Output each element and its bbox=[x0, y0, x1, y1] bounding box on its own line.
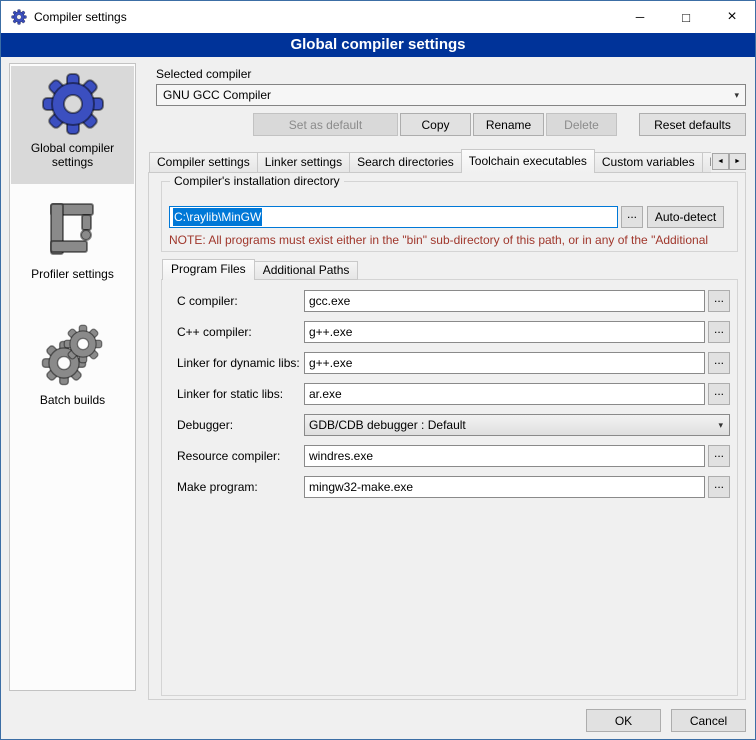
sidebar-item-label: Global compiler settings bbox=[11, 141, 134, 169]
subtab-additional-paths[interactable]: Additional Paths bbox=[254, 261, 359, 280]
subtab-program-files[interactable]: Program Files bbox=[162, 259, 255, 280]
input-value: g++.exe bbox=[309, 356, 352, 370]
auto-detect-button[interactable]: Auto-detect bbox=[647, 206, 724, 228]
tab-search-directories[interactable]: Search directories bbox=[349, 152, 462, 173]
tab-toolchain-executables[interactable]: Toolchain executables bbox=[461, 149, 595, 173]
field-label: C++ compiler: bbox=[177, 321, 303, 343]
chevron-down-icon: ▾ bbox=[718, 415, 723, 435]
selected-path-text: C:\raylib\MinGW bbox=[173, 208, 262, 226]
set-as-default-button[interactable]: Set as default bbox=[253, 113, 398, 136]
minimize-button[interactable]: ─ bbox=[617, 1, 663, 33]
input-value: ar.exe bbox=[309, 387, 342, 401]
input-value: windres.exe bbox=[309, 449, 373, 463]
batch-builds-gears-icon bbox=[41, 324, 105, 388]
field-label: Linker for dynamic libs: bbox=[177, 352, 303, 374]
category-sidebar: Global compiler settings Profiler settin… bbox=[9, 63, 136, 691]
static-linker-input[interactable]: ar.exe bbox=[304, 383, 705, 405]
groupbox-title: Compiler's installation directory bbox=[170, 174, 344, 188]
field-label: C compiler: bbox=[177, 290, 303, 312]
resource-compiler-input[interactable]: windres.exe bbox=[304, 445, 705, 467]
page-title: Global compiler settings bbox=[1, 33, 755, 57]
field-label: Make program: bbox=[177, 476, 303, 498]
chevron-down-icon: ▾ bbox=[734, 85, 739, 105]
tab-linker-settings[interactable]: Linker settings bbox=[257, 152, 350, 173]
make-program-browse-button[interactable]: ... bbox=[708, 476, 730, 498]
c-compiler-browse-button[interactable]: ... bbox=[708, 290, 730, 312]
maximize-button[interactable]: □ bbox=[663, 1, 709, 33]
field-label: Debugger: bbox=[177, 414, 303, 436]
sidebar-item-label: Profiler settings bbox=[11, 267, 134, 281]
reset-defaults-button[interactable]: Reset defaults bbox=[639, 113, 746, 136]
delete-button[interactable]: Delete bbox=[546, 113, 617, 136]
tab-scroll-right-button[interactable]: ► bbox=[729, 153, 746, 170]
window-title: Compiler settings bbox=[34, 1, 127, 33]
tab-scroll-left-button[interactable]: ◄ bbox=[712, 153, 729, 170]
selected-compiler-label: Selected compiler bbox=[156, 67, 251, 81]
sidebar-item-global-compiler-settings[interactable]: Global compiler settings bbox=[11, 66, 134, 184]
dynamic-linker-browse-button[interactable]: ... bbox=[708, 352, 730, 374]
settings-tab-bar: Compiler settings Linker settings Search… bbox=[149, 149, 711, 173]
cancel-button[interactable]: Cancel bbox=[671, 709, 746, 732]
tab-custom-variables[interactable]: Custom variables bbox=[594, 152, 703, 173]
tab-build-options[interactable]: Builc bbox=[702, 152, 711, 173]
title-bar: Compiler settings ─ □ × bbox=[1, 1, 755, 33]
sidebar-item-label: Batch builds bbox=[11, 393, 134, 407]
browse-directory-button[interactable]: ... bbox=[621, 206, 643, 228]
dynamic-linker-input[interactable]: g++.exe bbox=[304, 352, 705, 374]
gear-icon bbox=[41, 72, 105, 136]
tab-compiler-settings[interactable]: Compiler settings bbox=[149, 152, 258, 173]
rename-button[interactable]: Rename bbox=[473, 113, 544, 136]
compiler-combobox[interactable]: GNU GCC Compiler ▾ bbox=[156, 84, 746, 106]
ok-button[interactable]: OK bbox=[586, 709, 661, 732]
compiler-settings-window: Compiler settings ─ □ × Global compiler … bbox=[0, 0, 756, 740]
profiler-tool-icon bbox=[41, 198, 105, 262]
installation-directory-input[interactable]: C:\raylib\MinGW bbox=[169, 206, 618, 228]
select-value: GDB/CDB debugger : Default bbox=[309, 418, 466, 432]
input-value: mingw32-make.exe bbox=[309, 480, 413, 494]
cpp-compiler-browse-button[interactable]: ... bbox=[708, 321, 730, 343]
app-gear-icon bbox=[11, 9, 27, 25]
make-program-input[interactable]: mingw32-make.exe bbox=[304, 476, 705, 498]
copy-button[interactable]: Copy bbox=[400, 113, 471, 136]
combobox-value: GNU GCC Compiler bbox=[163, 88, 271, 102]
close-button[interactable]: × bbox=[709, 1, 755, 33]
static-linker-browse-button[interactable]: ... bbox=[708, 383, 730, 405]
input-value: g++.exe bbox=[309, 325, 352, 339]
field-label: Linker for static libs: bbox=[177, 383, 303, 405]
cpp-compiler-input[interactable]: g++.exe bbox=[304, 321, 705, 343]
sidebar-item-profiler-settings[interactable]: Profiler settings bbox=[11, 192, 134, 290]
note-text: NOTE: All programs must exist either in … bbox=[169, 233, 734, 247]
field-label: Resource compiler: bbox=[177, 445, 303, 467]
program-files-tab-bar: Program Files Additional Paths bbox=[162, 259, 562, 280]
resource-compiler-browse-button[interactable]: ... bbox=[708, 445, 730, 467]
c-compiler-input[interactable]: gcc.exe bbox=[304, 290, 705, 312]
debugger-select[interactable]: GDB/CDB debugger : Default ▾ bbox=[304, 414, 730, 436]
sidebar-item-batch-builds[interactable]: Batch builds bbox=[11, 318, 134, 416]
input-value: gcc.exe bbox=[309, 294, 350, 308]
